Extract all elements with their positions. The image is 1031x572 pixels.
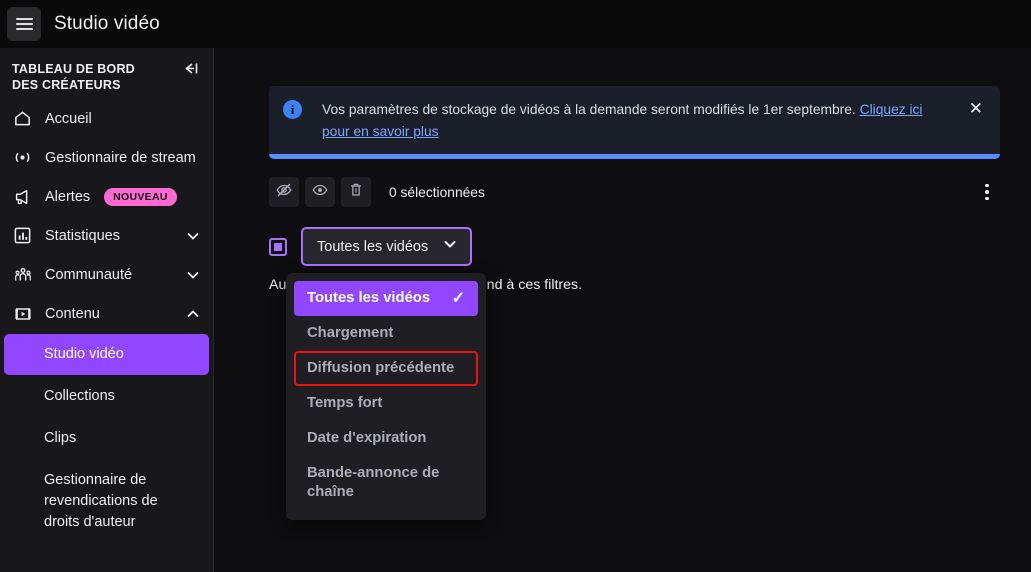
filter-button-label: Toutes les vidéos <box>317 238 429 255</box>
sidebar-item-contenu[interactable]: Contenu <box>0 294 213 333</box>
sidebar-item-communaute[interactable]: Communauté <box>0 255 213 294</box>
sidebar-item-label: Communauté <box>45 266 133 283</box>
banner-message: Vos paramètres de stockage de vidéos à l… <box>322 102 860 117</box>
chevron-down-icon[interactable] <box>185 267 201 283</box>
collapse-left-icon[interactable] <box>180 61 201 79</box>
video-toolbar: 0 sélectionnées <box>269 177 1000 207</box>
dropdown-option-toutes-les-videos[interactable]: Toutes les vidéos ✓ <box>294 281 478 316</box>
sidebar-item-statistiques[interactable]: Statistiques <box>0 216 213 255</box>
bar-chart-icon <box>12 225 33 246</box>
sidebar-item-alertes[interactable]: Alertes NOUVEAU <box>0 177 213 216</box>
kebab-menu-icon[interactable] <box>974 179 1000 205</box>
video-filter-dropdown-button[interactable]: Toutes les vidéos <box>301 227 473 266</box>
sidebar-subitem-gestionnaire-revendications[interactable]: Gestionnaire de revendications de droits… <box>4 460 209 543</box>
sidebar-item-label: Contenu <box>45 305 100 322</box>
dropdown-option-temps-fort[interactable]: Temps fort <box>294 386 478 421</box>
trash-icon <box>347 181 365 204</box>
sidebar-item-gestionnaire-de-stream[interactable]: Gestionnaire de stream <box>0 138 213 177</box>
community-icon <box>12 264 33 285</box>
dropdown-option-chargement[interactable]: Chargement <box>294 316 478 351</box>
close-icon[interactable]: ✕ <box>966 100 986 117</box>
delete-video-button[interactable] <box>341 177 371 207</box>
check-icon: ✓ <box>451 289 465 307</box>
banner-accent-bar <box>269 154 1000 159</box>
sidebar-header-title: TABLEAU DE BORD DES CRÉATEURS <box>12 62 135 92</box>
banner-text: Vos paramètres de stockage de vidéos à l… <box>322 99 950 143</box>
sidebar-item-label: Statistiques <box>45 227 120 244</box>
chevron-down-icon[interactable] <box>185 228 201 244</box>
dropdown-option-date-expiration[interactable]: Date d'expiration <box>294 421 478 456</box>
dropdown-option-diffusion-precedente[interactable]: Diffusion précédente <box>294 351 478 386</box>
status-badge: NOUVEAU <box>104 187 177 206</box>
hamburger-icon[interactable] <box>7 7 41 41</box>
selection-count: 0 sélectionnées <box>389 184 485 200</box>
dropdown-option-bande-annonce-de-chaine[interactable]: Bande-annonce de chaîne <box>294 456 478 510</box>
dropdown-option-label: Toutes les vidéos <box>307 290 431 306</box>
sidebar-item-accueil[interactable]: Accueil <box>0 99 213 138</box>
main-content: i Vos paramètres de stockage de vidéos à… <box>214 48 1031 572</box>
chevron-down-icon <box>442 236 458 257</box>
hide-video-button[interactable] <box>269 177 299 207</box>
megaphone-icon <box>12 186 33 207</box>
notification-banner: i Vos paramètres de stockage de vidéos à… <box>269 86 1000 159</box>
page-title: Studio vidéo <box>54 13 160 34</box>
content-video-icon <box>12 303 33 324</box>
sidebar-item-label: Accueil <box>45 110 92 127</box>
sidebar-subitem-collections[interactable]: Collections <box>4 376 209 417</box>
video-filter-dropdown-menu: Toutes les vidéos ✓ Chargement Diffusion… <box>286 273 486 520</box>
show-video-button[interactable] <box>305 177 335 207</box>
sidebar: TABLEAU DE BORD DES CRÉATEURS Accueil Ge… <box>0 48 214 572</box>
home-icon <box>12 108 33 129</box>
chevron-up-icon[interactable] <box>185 306 201 322</box>
sidebar-item-label: Alertes <box>45 188 91 205</box>
eye-off-icon <box>275 181 293 204</box>
partial-checkbox-icon[interactable] <box>269 237 287 256</box>
sidebar-subitem-clips[interactable]: Clips <box>4 418 209 459</box>
eye-icon <box>311 181 329 204</box>
sidebar-header: TABLEAU DE BORD DES CRÉATEURS <box>0 48 213 99</box>
broadcast-icon <box>12 147 33 168</box>
filter-row: Toutes les vidéos <box>269 227 1007 266</box>
sidebar-item-label: Gestionnaire de stream <box>45 149 196 166</box>
info-icon: i <box>283 100 302 119</box>
top-bar: Studio vidéo <box>0 0 1031 48</box>
sidebar-subitem-studio-video[interactable]: Studio vidéo <box>4 334 209 375</box>
